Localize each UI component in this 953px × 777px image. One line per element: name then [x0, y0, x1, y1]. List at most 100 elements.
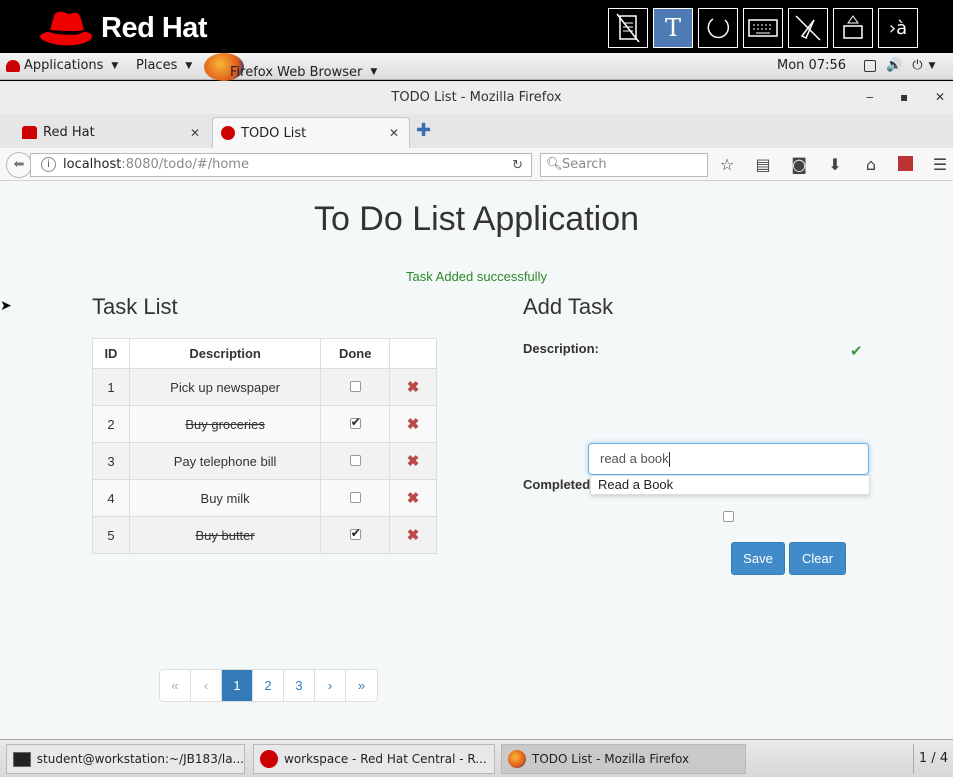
system-status[interactable]: 🔊 ⏻ ▼: [864, 58, 935, 73]
taskbar-label: workspace - Red Hat Central - R...: [284, 752, 487, 766]
search-placeholder: Search: [562, 157, 607, 172]
new-tab-icon[interactable]: ✚: [416, 120, 431, 141]
task-done-checkbox[interactable]: [349, 491, 361, 503]
home-icon[interactable]: ⌂: [862, 155, 880, 174]
task-description: Buy milk: [128, 479, 322, 517]
chevron-down-icon: ▼: [185, 60, 193, 71]
redhat-small-icon: [6, 59, 20, 72]
gnome-top-panel: Applications ▼ Places ▼ Firefox Web Browse…: [0, 53, 953, 81]
delete-icon[interactable]: ✖: [407, 527, 420, 544]
applications-menu[interactable]: Applications ▼: [6, 58, 118, 73]
browser-app-menu[interactable]: Firefox Web Browser ▼: [204, 53, 377, 81]
task-done-checkbox[interactable]: [349, 380, 361, 392]
url-path: :8080/todo/#/home: [121, 157, 249, 172]
completed-checkbox[interactable]: [723, 511, 734, 522]
completed-label: Completed: [523, 477, 591, 492]
browser-app-label: Firefox Web Browser: [230, 64, 363, 80]
url-bar[interactable]: i localhost:8080/todo/#/home ↻: [30, 153, 532, 177]
task-done-checkbox[interactable]: [349, 415, 361, 429]
delete-icon[interactable]: ✖: [407, 490, 420, 507]
task-id: 5: [92, 516, 130, 554]
taskbar-label: student@workstation:~/JB183/la...: [36, 752, 244, 766]
window-titlebar: TODO List - Mozilla Firefox ‒ ▪ ✕: [0, 81, 953, 114]
task-id: 1: [92, 368, 130, 406]
task-table: ID Description Done 1 Pick up newspaper ✖ 2…: [92, 338, 437, 554]
page-link[interactable]: «: [160, 670, 191, 701]
close-window-button[interactable]: ✕: [935, 81, 945, 114]
menu-icon[interactable]: ☰: [931, 155, 949, 174]
search-input[interactable]: 🔍︎ Search: [540, 153, 708, 177]
page-content: To Do List Application Task Added succes…: [0, 181, 953, 739]
arrow-left-icon: ⬅: [13, 157, 25, 172]
taskbar-workspace[interactable]: workspace - Red Hat Central - R...: [253, 744, 495, 774]
description-input[interactable]: read a book: [588, 443, 869, 475]
task-delete-cell: ✖: [389, 516, 437, 554]
url-host: localhost: [63, 157, 122, 172]
page-link[interactable]: »: [346, 670, 377, 701]
header-id: ID: [92, 338, 130, 369]
task-done-cell: [320, 516, 391, 554]
chevron-down-icon: ▼: [928, 60, 936, 71]
taskbar-terminal[interactable]: student@workstation:~/JB183/la...: [6, 744, 245, 774]
keyboard-icon[interactable]: [743, 8, 783, 48]
task-description: Buy butter: [128, 516, 322, 554]
volume-icon: 🔊: [886, 58, 903, 73]
redhat-favicon-icon: [221, 126, 235, 140]
chevron-down-icon: ▼: [370, 67, 378, 77]
clock-label: Mon 07:56: [777, 58, 847, 73]
page-link[interactable]: ›: [315, 670, 346, 701]
delete-icon[interactable]: ✖: [407, 379, 420, 396]
task-done-checkbox[interactable]: [349, 454, 361, 466]
close-tab-icon[interactable]: ✕: [190, 126, 200, 140]
description-label: Description:: [523, 341, 599, 356]
save-button[interactable]: Save: [731, 542, 785, 575]
eject-icon[interactable]: [833, 8, 873, 48]
info-icon[interactable]: i: [41, 157, 56, 172]
header-done: Done: [320, 338, 391, 369]
delete-icon[interactable]: ✖: [407, 416, 420, 433]
extension-icon[interactable]: [898, 156, 913, 171]
clock[interactable]: Mon 07:56: [777, 58, 846, 73]
reload-icon[interactable]: ↻: [512, 155, 523, 177]
clear-button[interactable]: Clear: [789, 542, 846, 575]
close-tab-icon[interactable]: ✕: [389, 126, 399, 140]
table-row: 3 Pay telephone bill ✖: [92, 442, 437, 480]
page-link[interactable]: 3: [284, 670, 315, 701]
input-method-icon[interactable]: ›à: [878, 8, 918, 48]
description-input-value: read a book: [600, 451, 669, 466]
task-id: 4: [92, 479, 130, 517]
taskbar-label: TODO List - Mozilla Firefox: [532, 752, 690, 766]
page-link[interactable]: 1: [222, 670, 253, 701]
task-done-checkbox[interactable]: [349, 526, 361, 540]
reading-list-icon[interactable]: ▤: [754, 155, 772, 174]
tab-todo-list[interactable]: TODO List ✕: [212, 117, 410, 148]
workspace-switcher[interactable]: 1 / 4: [913, 744, 953, 774]
back-button[interactable]: ⬅: [6, 152, 32, 178]
autocomplete-suggestion[interactable]: Read a Book: [590, 475, 870, 495]
task-delete-cell: ✖: [389, 479, 437, 517]
window-icon: [864, 59, 876, 72]
places-label: Places: [136, 58, 178, 73]
firefox-icon: [508, 750, 526, 768]
pocket-icon[interactable]: ◙: [790, 155, 808, 174]
tab-redhat[interactable]: Red Hat ✕: [0, 117, 210, 148]
bookmark-star-icon[interactable]: ☆: [718, 155, 736, 174]
redhat-favicon-icon: [22, 126, 37, 139]
pointer-crossed-icon[interactable]: [788, 8, 828, 48]
document-crossed-icon[interactable]: [608, 8, 648, 48]
redhat-logo: Red Hat: [36, 8, 208, 48]
screen: Red Hat T ›à Applications ▼ Places ▼ Fir…: [0, 0, 953, 777]
page-link[interactable]: 2: [253, 670, 284, 701]
places-menu[interactable]: Places ▼: [136, 58, 192, 73]
circle-tool-icon[interactable]: [698, 8, 738, 48]
page-link[interactable]: ‹: [191, 670, 222, 701]
delete-icon[interactable]: ✖: [407, 453, 420, 470]
power-icon: ⏻: [912, 58, 923, 73]
minimize-button[interactable]: ‒: [866, 81, 874, 114]
maximize-button[interactable]: ▪: [900, 81, 908, 114]
text-tool-icon[interactable]: T: [653, 8, 693, 48]
firefox-window: TODO List - Mozilla Firefox ‒ ▪ ✕ Red Ha…: [0, 81, 953, 739]
taskbar-firefox[interactable]: TODO List - Mozilla Firefox: [501, 744, 746, 774]
download-icon[interactable]: ⬇: [826, 155, 844, 174]
task-delete-cell: ✖: [389, 368, 437, 406]
